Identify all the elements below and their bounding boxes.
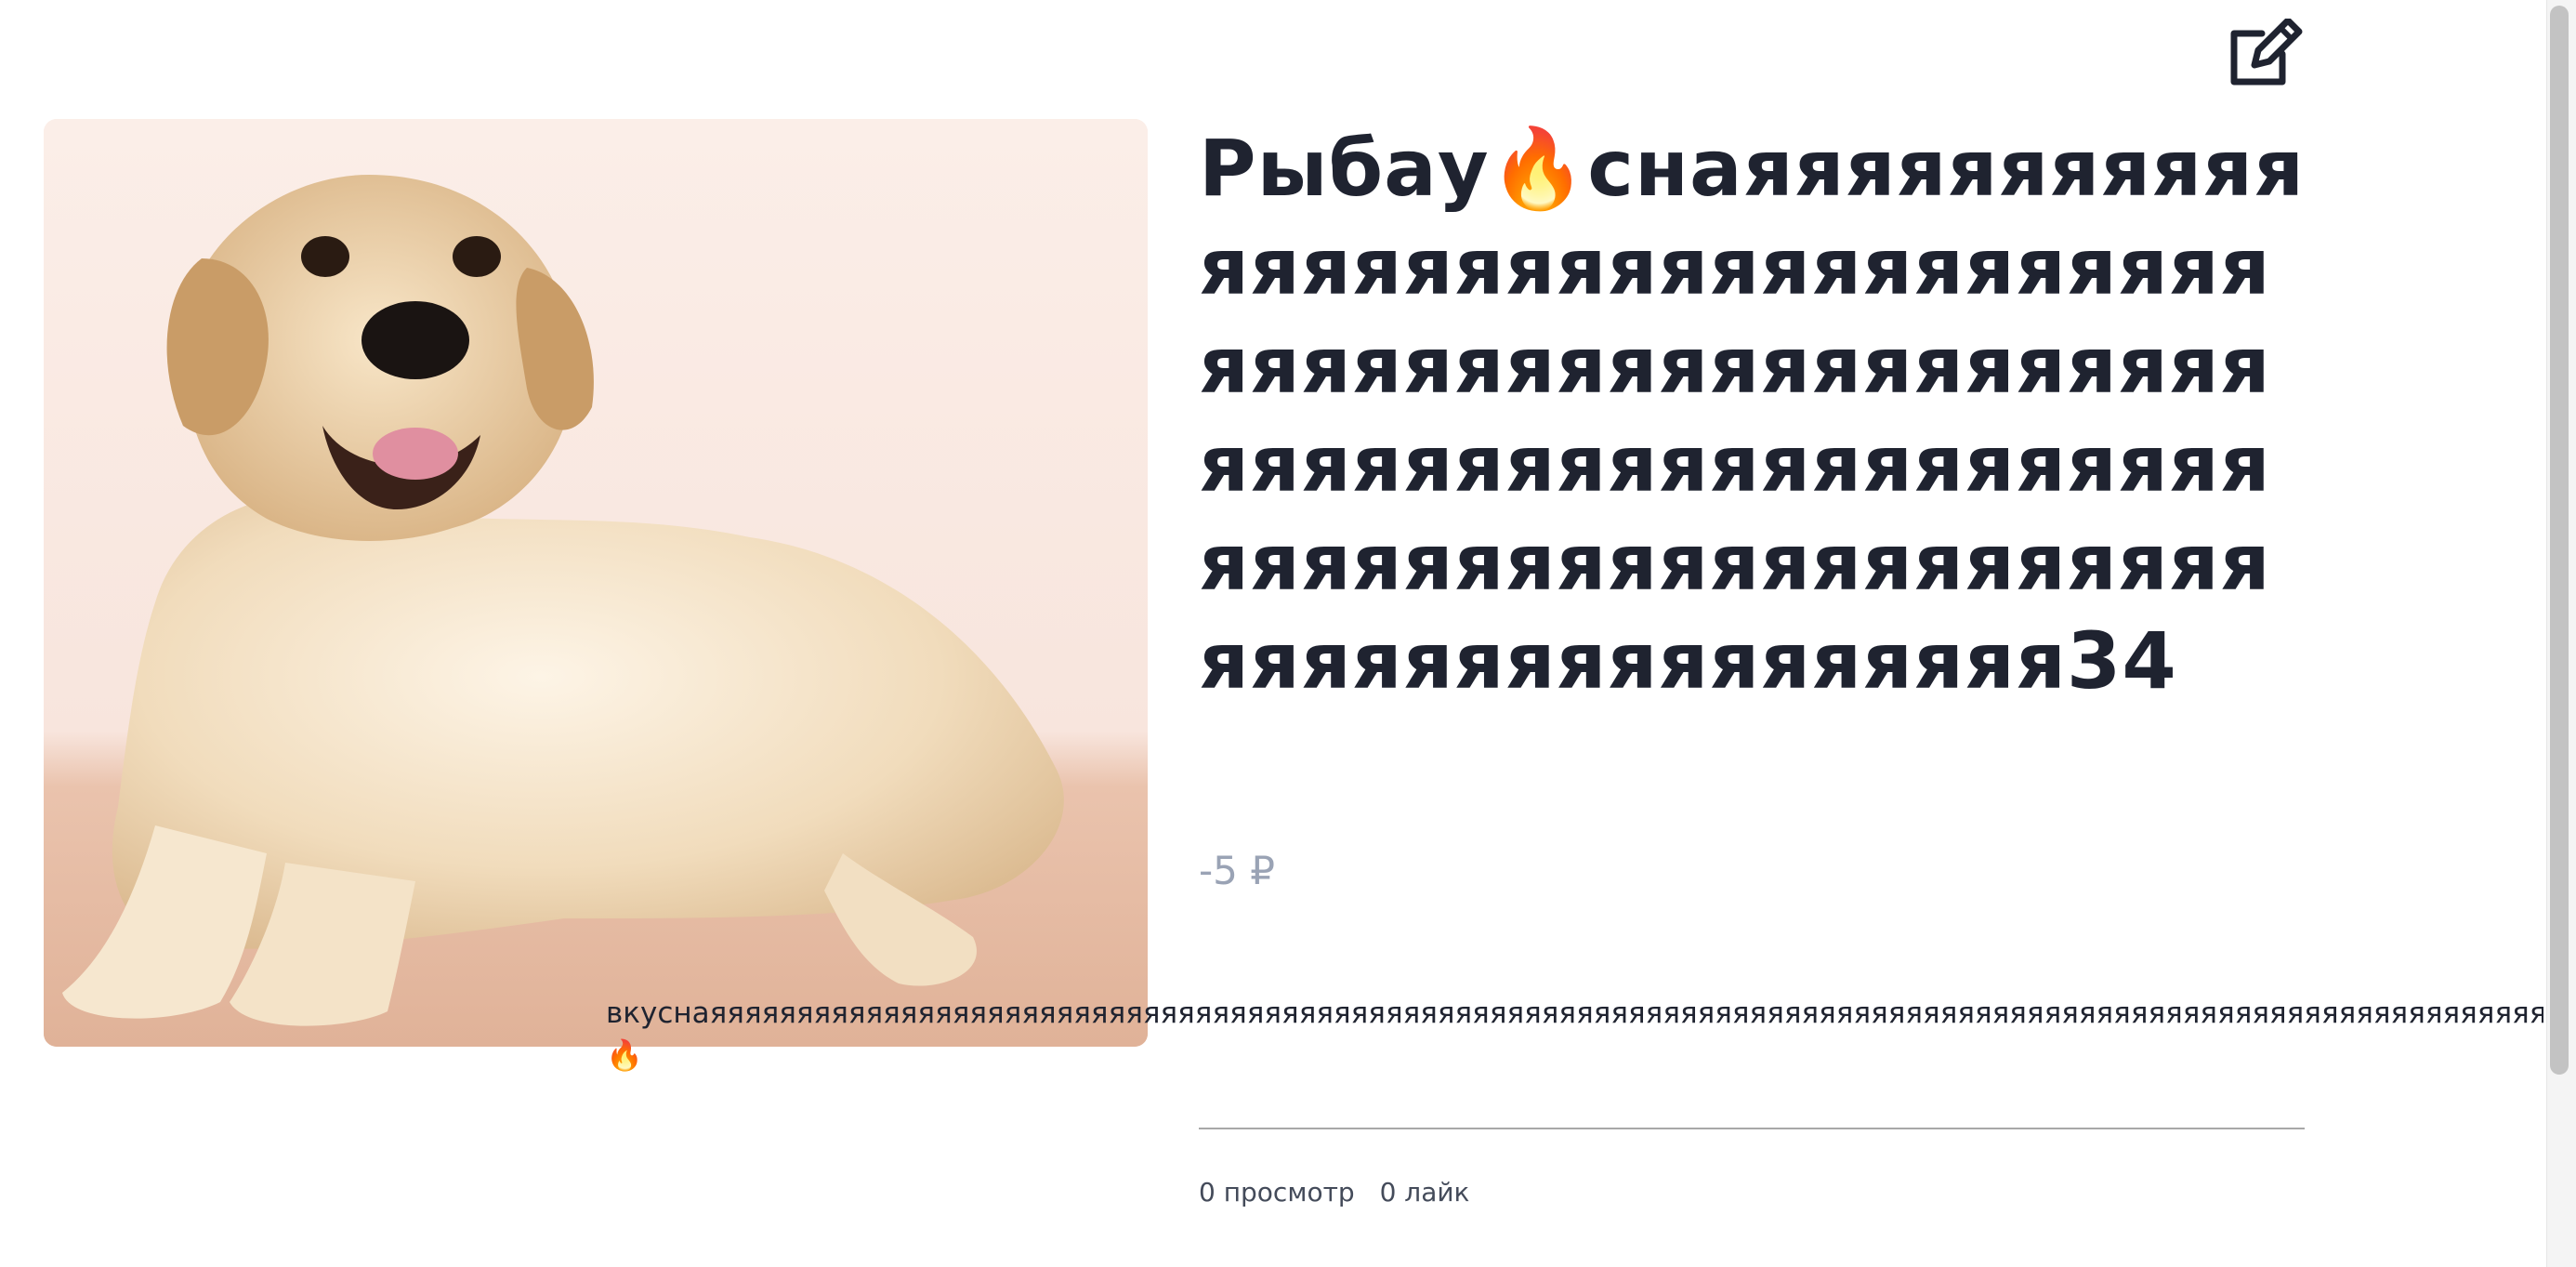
product-price: -5 ₽: [1199, 848, 1275, 893]
product-image: [44, 119, 1148, 1047]
scrollbar-thumb[interactable]: [2550, 6, 2569, 1075]
product-stats: 0 просмотр 0 лайк: [1199, 1177, 1486, 1208]
views-count: 0 просмотр: [1199, 1177, 1355, 1208]
dog-photo-icon: [44, 119, 1148, 1047]
product-description: вкуснаяяяяяяяяяяяяяяяяяяяяяяяяяяяяяяяяяя…: [606, 996, 2543, 1030]
fire-icon: 🔥: [606, 1037, 643, 1073]
edit-button[interactable]: [2223, 17, 2305, 91]
product-title: Рыбау🔥снаяяяяяяяяяяяяяяяяяяяяяяяяяяяяяяя…: [1199, 123, 2306, 706]
divider: [1199, 1128, 2305, 1129]
product-page: Рыбау🔥снаяяяяяяяяяяяяяяяяяяяяяяяяяяяяяяя…: [0, 0, 2576, 1267]
likes-count: 0 лайк: [1379, 1177, 1470, 1208]
edit-icon: [2230, 19, 2303, 86]
